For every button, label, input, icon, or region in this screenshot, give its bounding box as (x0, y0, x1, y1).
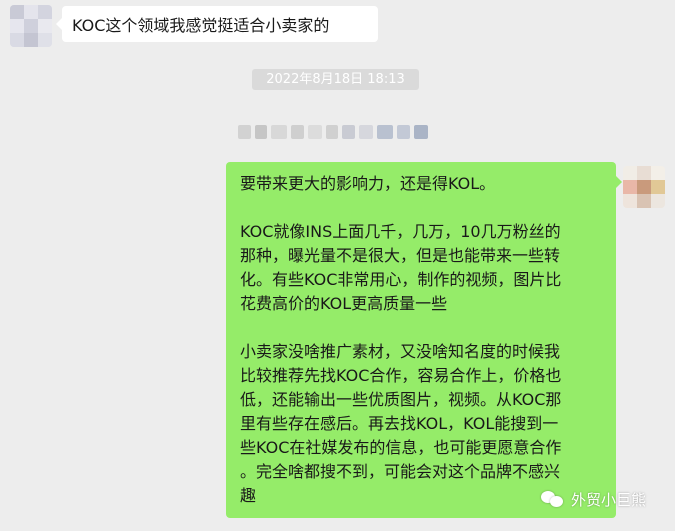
message-line: 要带来更大的影响力，还是得KOL。 (240, 174, 496, 193)
sender-avatar[interactable] (10, 5, 52, 47)
blurred-system-notice (238, 125, 432, 139)
watermark-text: 外贸小巨熊 (571, 490, 647, 509)
message-line: KOC就像INS上面几千，几万，10几万粉丝的 (240, 222, 561, 241)
message-line: 里有些存在感后。再去找KOL，KOL能搜到一 (240, 414, 559, 433)
account-watermark: 外贸小巨熊 (541, 487, 646, 511)
self-avatar[interactable] (623, 166, 665, 208)
outgoing-paragraph-1: 要带来更大的影响力，还是得KOL。 (240, 172, 606, 196)
incoming-message-text: KOC这个领域我感觉挺适合小卖家的 (72, 16, 330, 35)
outgoing-paragraph-2: KOC就像INS上面几千，几万，10几万粉丝的 那种，曝光量不是很大，但是也能带… (240, 220, 606, 316)
outgoing-paragraph-3: 小卖家没啥推广素材，又没啥知名度的时候我 比较推荐先找KOC合作，容易合作上，价… (240, 340, 606, 508)
message-line: 些KOC在社媒发布的信息，也可能更愿意合作 (240, 438, 562, 457)
message-line: 。完全啥都搜不到，可能会对这个品牌不感兴 (240, 462, 561, 481)
message-line: 小卖家没啥推广素材，又没啥知名度的时候我 (240, 342, 561, 361)
message-line: 化。有些KOC非常用心，制作的视频，图片比 (240, 270, 562, 289)
message-line: 低，还能输出一些优质图片，视频。从KOC那 (240, 390, 562, 409)
outgoing-message-bubble[interactable]: 要带来更大的影响力，还是得KOL。 KOC就像INS上面几千，几万，10几万粉丝… (226, 162, 622, 518)
incoming-message-bubble[interactable]: KOC这个领域我感觉挺适合小卖家的 (56, 6, 378, 42)
message-line: 花费高价的KOL更高质量一些 (240, 294, 448, 313)
wechat-icon (541, 489, 565, 509)
message-line: 比较推荐先找KOC合作，容易合作上，价格也 (240, 366, 562, 385)
message-timestamp: 2022年8月18日 18:13 (252, 69, 419, 90)
message-line: 那种，曝光量不是很大，但是也能带来一些转 (240, 246, 561, 265)
